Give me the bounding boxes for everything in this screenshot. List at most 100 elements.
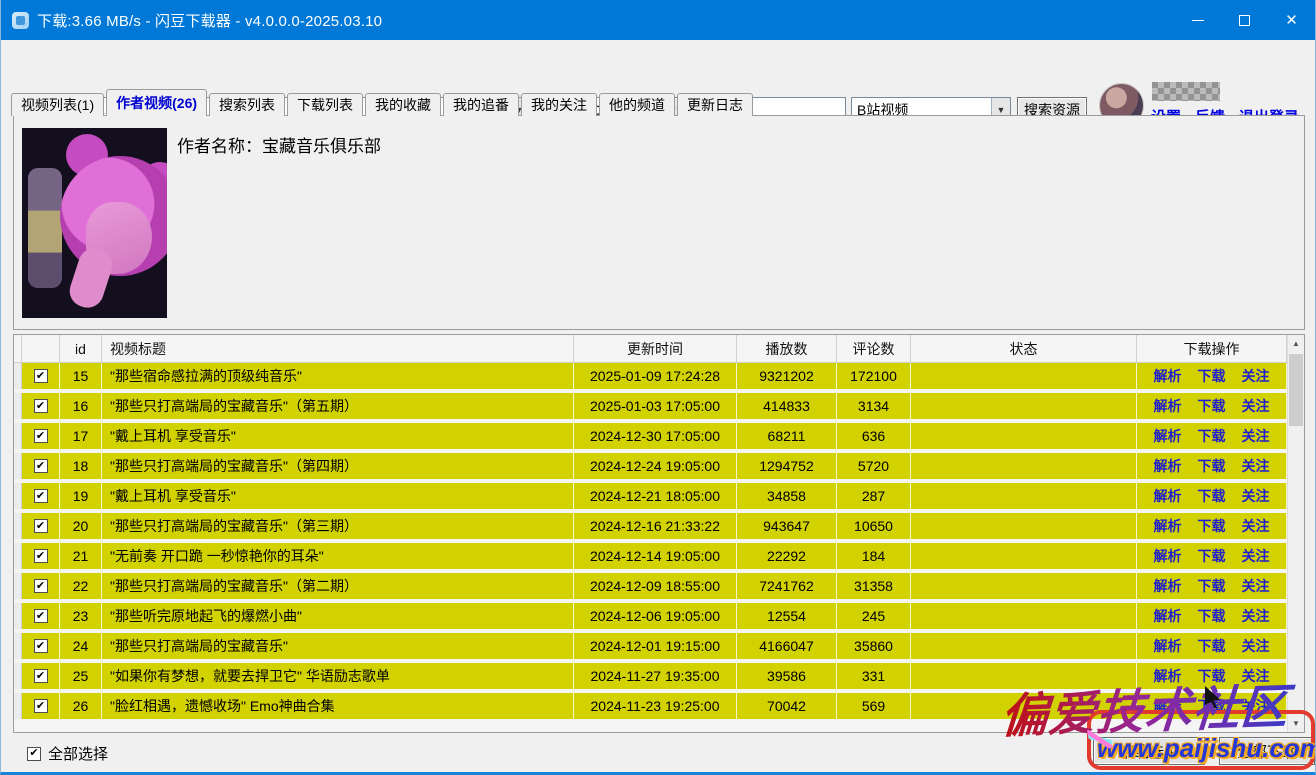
row-checkbox[interactable]: ✔ <box>34 519 48 533</box>
close-button[interactable]: ✕ <box>1268 0 1315 40</box>
row-selector[interactable] <box>14 633 22 659</box>
checkbox-cell[interactable]: ✔ <box>22 603 60 629</box>
parse-link[interactable]: 解析 <box>1154 516 1182 536</box>
row-checkbox[interactable]: ✔ <box>34 579 48 593</box>
checkbox-cell[interactable]: ✔ <box>22 513 60 539</box>
download-link[interactable]: 下载 <box>1198 396 1226 416</box>
follow-link[interactable]: 关注 <box>1242 576 1270 596</box>
table-row[interactable]: ✔16"那些只打高端局的宝藏音乐"（第五期）2025-01-03 17:05:0… <box>14 393 1287 423</box>
table-row[interactable]: ✔26"脸红相遇，遗憾收场" Emo神曲合集2024-11-23 19:25:0… <box>14 693 1287 723</box>
tab-4[interactable]: 我的收藏 <box>365 93 441 116</box>
table-row[interactable]: ✔22"那些只打高端局的宝藏音乐"（第二期）2024-12-09 18:55:0… <box>14 573 1287 603</box>
table-row[interactable]: ✔23"那些听完原地起飞的爆燃小曲"2024-12-06 19:05:00125… <box>14 603 1287 633</box>
table-row[interactable]: ✔25"如果你有梦想，就要去捍卫它" 华语励志歌单2024-11-27 19:3… <box>14 663 1287 693</box>
follow-link[interactable]: 关注 <box>1242 366 1270 386</box>
parse-link[interactable]: 解析 <box>1154 546 1182 566</box>
checkbox-cell[interactable]: ✔ <box>22 453 60 479</box>
checkbox-cell[interactable]: ✔ <box>22 483 60 509</box>
row-checkbox[interactable]: ✔ <box>34 369 48 383</box>
row-selector[interactable] <box>14 453 22 479</box>
download-all-button[interactable]: 全部下载 <box>1219 737 1315 765</box>
download-link[interactable]: 下载 <box>1198 666 1226 686</box>
row-selector[interactable] <box>14 483 22 509</box>
download-link[interactable]: 下载 <box>1198 366 1226 386</box>
follow-link[interactable]: 关注 <box>1242 426 1270 446</box>
row-checkbox[interactable]: ✔ <box>34 399 48 413</box>
checkbox-cell[interactable]: ✔ <box>22 393 60 419</box>
row-checkbox[interactable]: ✔ <box>34 669 48 683</box>
download-link[interactable]: 下载 <box>1198 636 1226 656</box>
table-row[interactable]: ✔18"那些只打高端局的宝藏音乐"（第四期）2024-12-24 19:05:0… <box>14 453 1287 483</box>
row-selector[interactable] <box>14 363 22 389</box>
download-link[interactable]: 下载 <box>1198 546 1226 566</box>
follow-link[interactable]: 关注 <box>1242 456 1270 476</box>
download-link[interactable]: 下载 <box>1198 456 1226 476</box>
tab-0[interactable]: 视频列表(1) <box>11 93 104 116</box>
minimize-button[interactable] <box>1174 0 1221 40</box>
follow-link[interactable]: 关注 <box>1242 636 1270 656</box>
table-row[interactable]: ✔15"那些宿命感拉满的顶级纯音乐"2025-01-09 17:24:28932… <box>14 363 1287 393</box>
checkbox-cell[interactable]: ✔ <box>22 543 60 569</box>
scrollbar-thumb[interactable] <box>1289 354 1303 426</box>
checkbox-cell[interactable]: ✔ <box>22 423 60 449</box>
scroll-down-icon[interactable]: ▼ <box>1288 715 1304 732</box>
follow-link[interactable]: 关注 <box>1242 696 1270 716</box>
follow-link[interactable]: 关注 <box>1242 666 1270 686</box>
table-row[interactable]: ✔20"那些只打高端局的宝藏音乐"（第三期）2024-12-16 21:33:2… <box>14 513 1287 543</box>
parse-link[interactable]: 解析 <box>1154 366 1182 386</box>
checkbox-cell[interactable]: ✔ <box>22 663 60 689</box>
table-row[interactable]: ✔19"戴上耳机 享受音乐"2024-12-21 18:05:003485828… <box>14 483 1287 513</box>
parse-link[interactable]: 解析 <box>1154 696 1182 716</box>
parse-link[interactable]: 解析 <box>1154 576 1182 596</box>
row-checkbox[interactable]: ✔ <box>34 549 48 563</box>
maximize-button[interactable] <box>1221 0 1268 40</box>
select-all-checkbox[interactable]: ✔ <box>27 747 41 761</box>
table-row[interactable]: ✔21"无前奏 开口跪 一秒惊艳你的耳朵"2024-12-14 19:05:00… <box>14 543 1287 573</box>
parse-link[interactable]: 解析 <box>1154 606 1182 626</box>
download-link[interactable]: 下载 <box>1198 426 1226 446</box>
parse-link[interactable]: 解析 <box>1154 636 1182 656</box>
follow-link[interactable]: 关注 <box>1242 486 1270 506</box>
row-checkbox[interactable]: ✔ <box>34 639 48 653</box>
tab-2[interactable]: 搜索列表 <box>209 93 285 116</box>
table-row[interactable]: ✔24"那些只打高端局的宝藏音乐"2024-12-01 19:15:004166… <box>14 633 1287 663</box>
download-selected-button[interactable]: 下载选中 <box>1093 737 1205 765</box>
row-selector[interactable] <box>14 663 22 689</box>
download-link[interactable]: 下载 <box>1198 486 1226 506</box>
parse-link[interactable]: 解析 <box>1154 456 1182 476</box>
parse-link[interactable]: 解析 <box>1154 666 1182 686</box>
checkbox-cell[interactable]: ✔ <box>22 693 60 719</box>
checkbox-cell[interactable]: ✔ <box>22 633 60 659</box>
row-selector[interactable] <box>14 543 22 569</box>
tab-3[interactable]: 下载列表 <box>287 93 363 116</box>
row-checkbox[interactable]: ✔ <box>34 699 48 713</box>
download-link[interactable]: 下载 <box>1198 606 1226 626</box>
follow-link[interactable]: 关注 <box>1242 516 1270 536</box>
follow-link[interactable]: 关注 <box>1242 396 1270 416</box>
row-selector[interactable] <box>14 693 22 719</box>
row-checkbox[interactable]: ✔ <box>34 459 48 473</box>
table-row[interactable]: ✔17"戴上耳机 享受音乐"2024-12-30 17:05:006821163… <box>14 423 1287 453</box>
vertical-scrollbar[interactable]: ▲ ▼ <box>1287 335 1304 732</box>
row-selector[interactable] <box>14 603 22 629</box>
tab-1[interactable]: 作者视频(26) <box>106 89 207 116</box>
row-selector[interactable] <box>14 393 22 419</box>
download-link[interactable]: 下载 <box>1198 696 1226 716</box>
tab-6[interactable]: 我的关注 <box>521 93 597 116</box>
row-checkbox[interactable]: ✔ <box>34 609 48 623</box>
checkbox-cell[interactable]: ✔ <box>22 573 60 599</box>
download-link[interactable]: 下载 <box>1198 516 1226 536</box>
row-selector[interactable] <box>14 513 22 539</box>
tab-7[interactable]: 他的频道 <box>599 93 675 116</box>
row-selector[interactable] <box>14 573 22 599</box>
select-all-control[interactable]: ✔ 全部选择 <box>27 743 108 764</box>
follow-link[interactable]: 关注 <box>1242 546 1270 566</box>
download-link[interactable]: 下载 <box>1198 576 1226 596</box>
tab-8[interactable]: 更新日志 <box>677 93 753 116</box>
checkbox-cell[interactable]: ✔ <box>22 363 60 389</box>
row-checkbox[interactable]: ✔ <box>34 489 48 503</box>
row-checkbox[interactable]: ✔ <box>34 429 48 443</box>
parse-link[interactable]: 解析 <box>1154 486 1182 506</box>
scroll-up-icon[interactable]: ▲ <box>1288 335 1304 352</box>
row-selector[interactable] <box>14 423 22 449</box>
